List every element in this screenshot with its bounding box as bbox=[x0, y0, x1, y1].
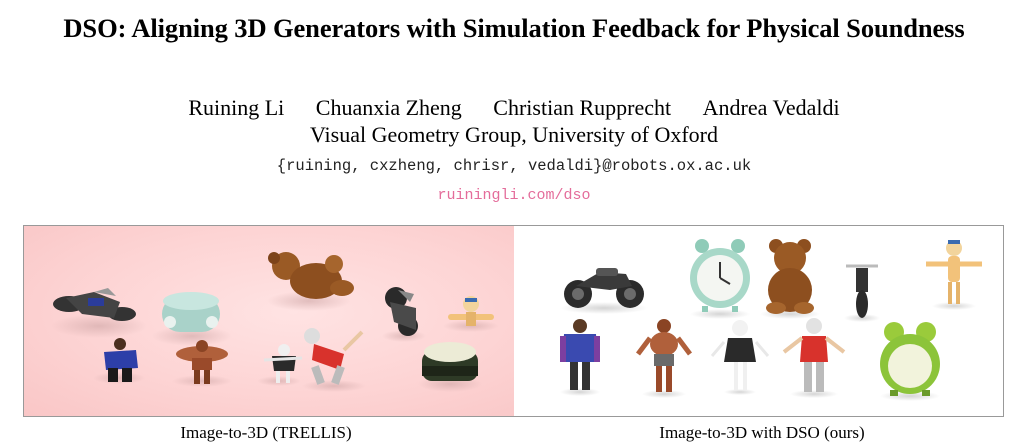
motorcycle-toppled-figure bbox=[51, 288, 147, 338]
author-list: Ruining Li Chuanxia Zheng Christian Rupp… bbox=[0, 95, 1028, 121]
author-name: Andrea Vedaldi bbox=[702, 95, 840, 120]
alarm-clock-fallen-figure bbox=[418, 342, 482, 392]
person-jacket-fallen-figure bbox=[93, 338, 145, 384]
dso-panel bbox=[514, 226, 1003, 416]
baseline-objects-illustration bbox=[51, 252, 499, 392]
teaser-figure bbox=[23, 225, 1004, 417]
author-name: Ruining Li bbox=[188, 95, 285, 120]
baseline-panel bbox=[24, 226, 514, 416]
dso-caption: Image-to-3D with DSO (ours) bbox=[659, 423, 865, 442]
strongman-standing-figure bbox=[636, 319, 692, 398]
cat-figure-standing-figure bbox=[782, 318, 846, 398]
author-emails: {ruining, cxzheng, chrisr, vedaldi}@robo… bbox=[276, 157, 752, 175]
teddy-bear-toppled-figure bbox=[267, 252, 354, 311]
paper-title: DSO: Aligning 3D Generators with Simulat… bbox=[63, 13, 965, 43]
doll-standing-figure bbox=[710, 320, 770, 395]
motorcycle-fallen-figure bbox=[382, 287, 426, 342]
frog-alarm-clock-standing-figure bbox=[880, 322, 940, 401]
teddy-bear-sitting-figure bbox=[760, 239, 820, 319]
baseline-caption: Image-to-3D (TRELLIS) bbox=[180, 423, 352, 442]
strongman-fallen-figure bbox=[172, 340, 232, 387]
dso-objects-illustration bbox=[560, 239, 982, 401]
project-link[interactable]: ruiningli.com/dso bbox=[0, 187, 1028, 204]
doll-fallen-figure bbox=[257, 344, 303, 386]
clock-toppled-figure bbox=[152, 292, 232, 346]
cartoon-dog-toppled-figure bbox=[443, 296, 499, 332]
cat-figure-fallen-figure bbox=[302, 328, 366, 392]
author-name: Christian Rupprecht bbox=[493, 95, 672, 120]
alarm-clock-standing-figure bbox=[690, 239, 750, 319]
person-jacket-standing-figure bbox=[560, 319, 600, 396]
cartoon-dog-standing-figure bbox=[926, 240, 982, 310]
author-name: Chuanxia Zheng bbox=[315, 95, 462, 120]
motorcycle-standing-figure bbox=[560, 268, 648, 314]
motorcycle-upright-figure bbox=[844, 264, 880, 322]
affiliation: Visual Geometry Group, University of Oxf… bbox=[309, 122, 719, 147]
